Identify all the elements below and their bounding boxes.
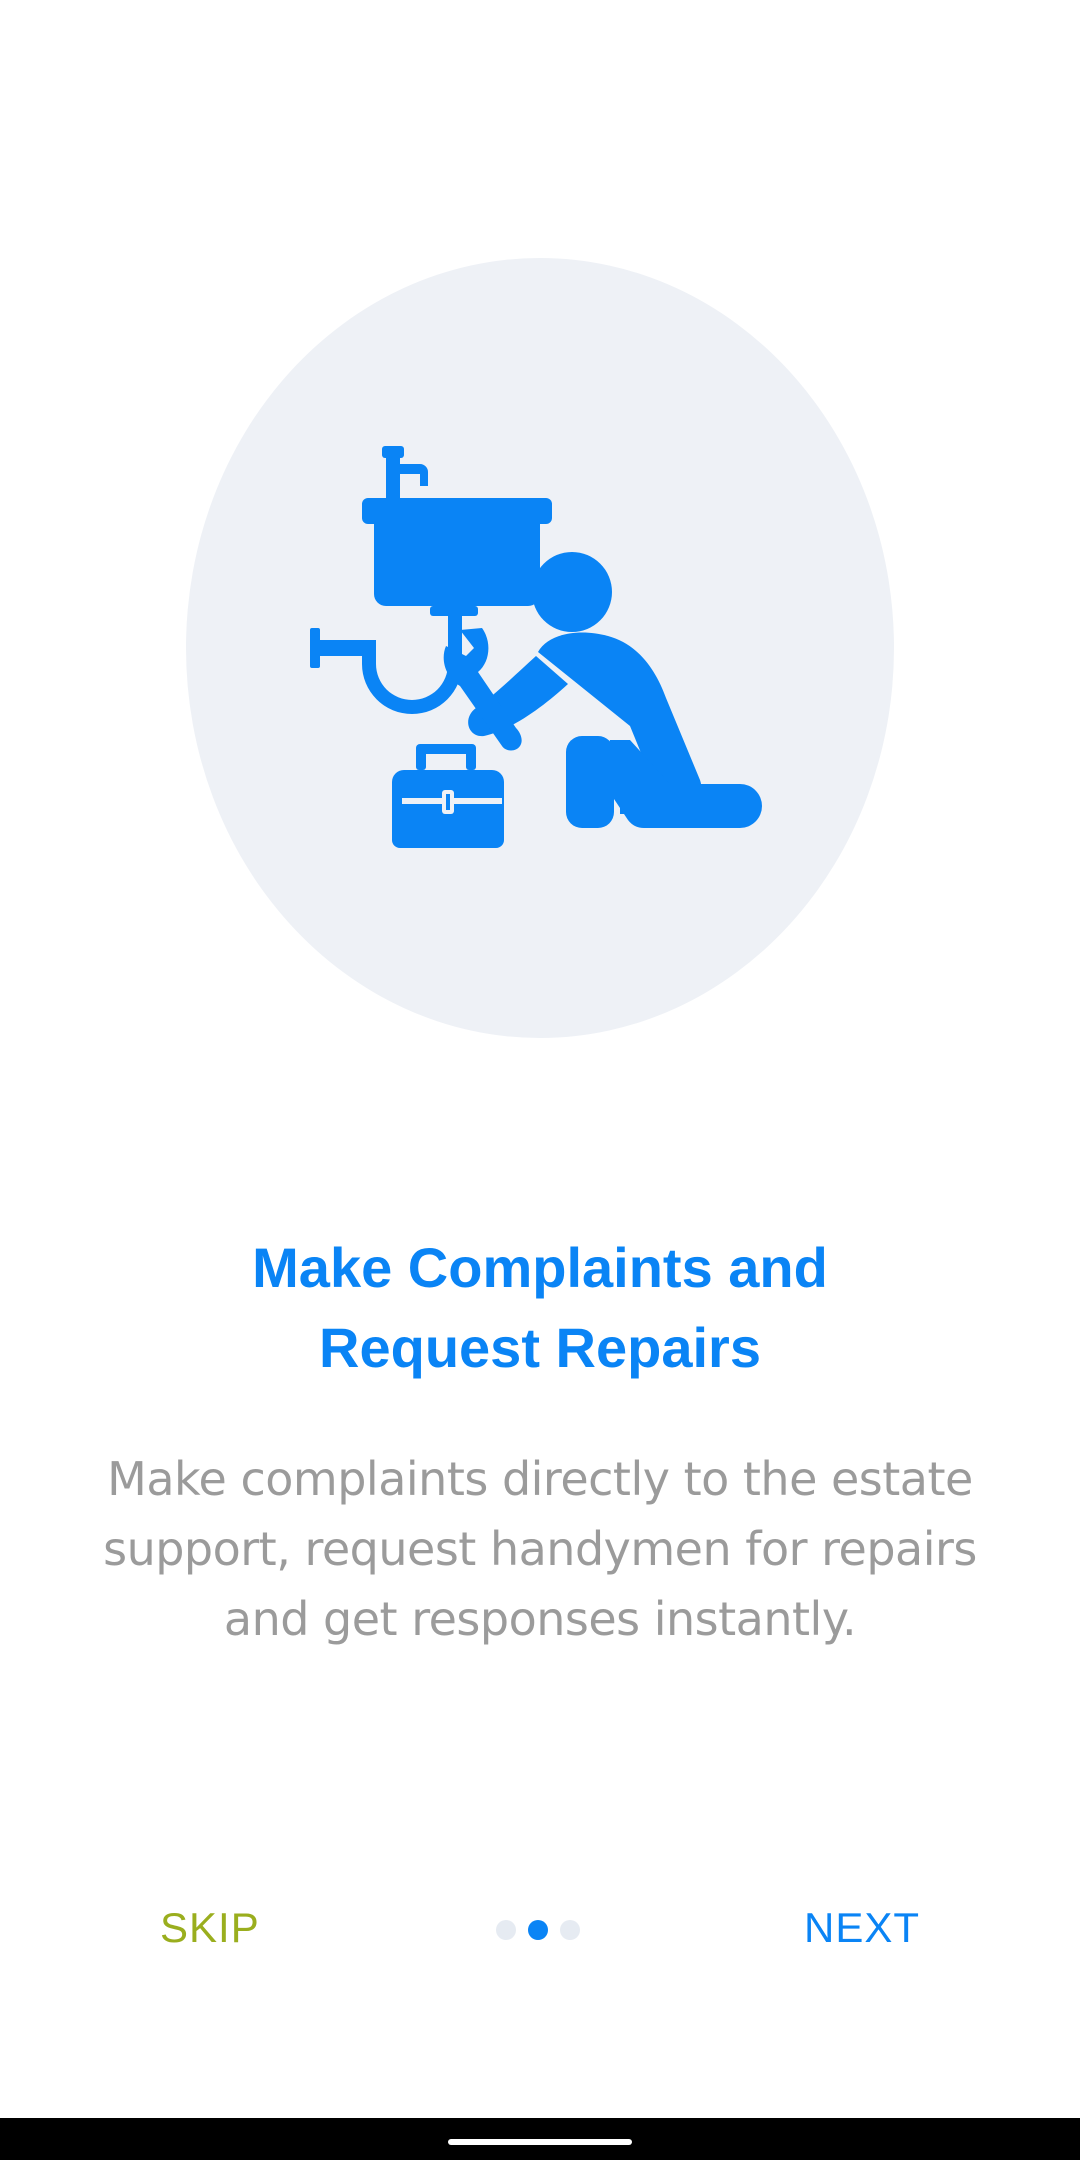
next-button[interactable]: NEXT [804,1904,920,1952]
page-dot-3 [560,1920,580,1940]
title-line-2: Request Repairs [319,1316,761,1379]
page-dot-1 [496,1920,516,1940]
onboarding-description: Make complaints directly to the estate s… [100,1444,980,1654]
plumber-repair-icon [310,446,762,848]
onboarding-screen: Make Complaints and Request Repairs Make… [0,0,1080,2160]
skip-button[interactable]: SKIP [160,1904,260,1952]
page-dot-2-active [528,1920,548,1940]
onboarding-title: Make Complaints and Request Repairs [90,1228,990,1388]
home-indicator[interactable] [448,2139,632,2145]
description-line-3: and get responses instantly. [223,1592,857,1646]
description-line-2: support, request handymen for repairs [103,1522,977,1576]
description-line-1: Make complaints directly to the estate [107,1452,973,1506]
title-line-1: Make Complaints and [252,1236,828,1299]
page-indicator [496,1920,580,1940]
